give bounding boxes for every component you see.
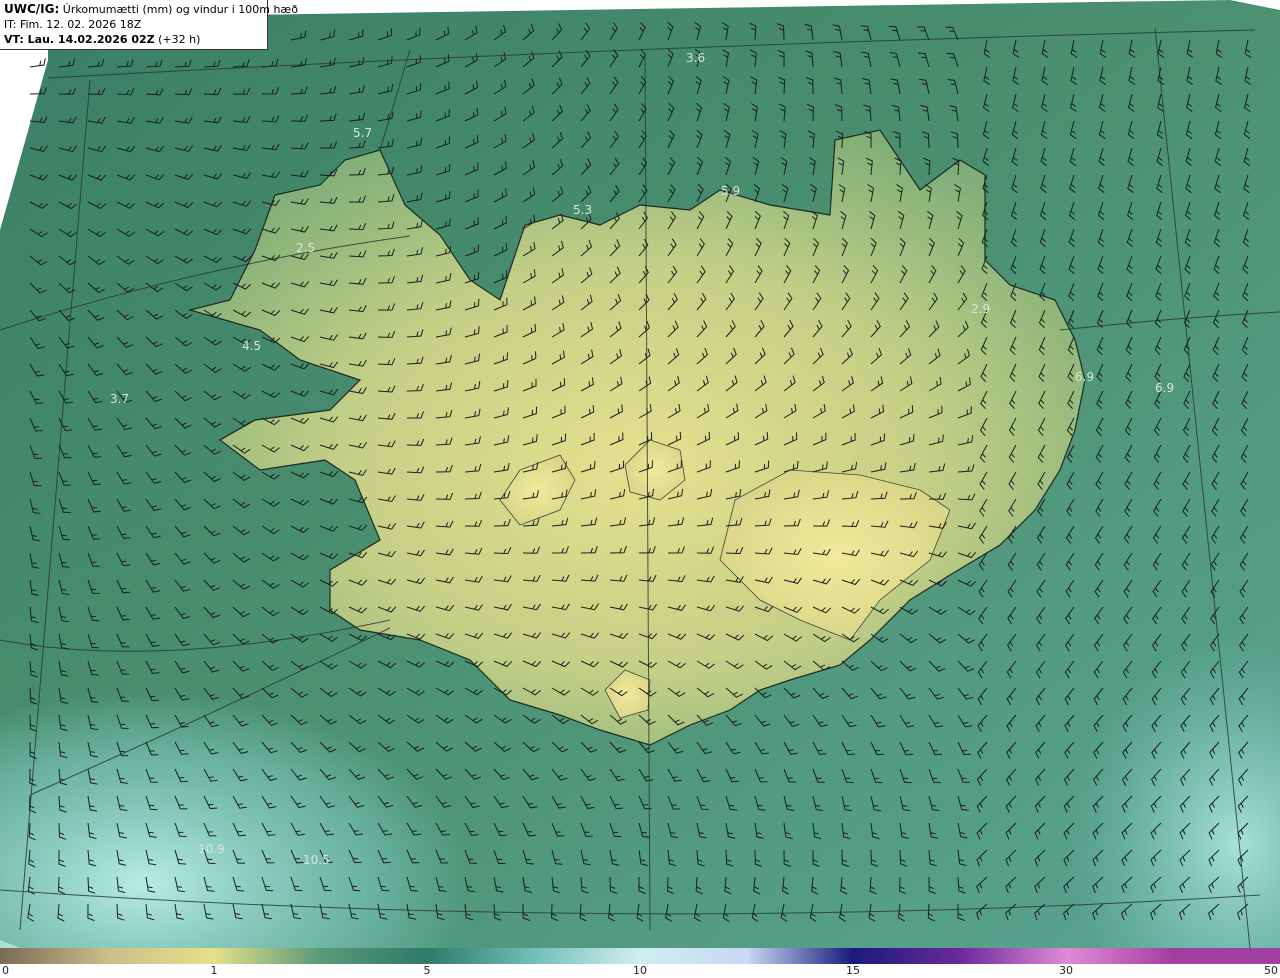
colorbar-segment [213, 948, 321, 964]
colorbar-tick: 5 [423, 964, 431, 977]
init-time: IT: Fim. 12. 02. 2026 18Z [4, 18, 142, 31]
colorbar-tick: 15 [846, 964, 860, 977]
model-name: UWC/IG: [4, 2, 60, 16]
map-title: Úrkomumætti (mm) og vindur i 100m hæð [62, 3, 298, 16]
value-label: 10.9 [198, 842, 225, 856]
value-label: 2.5 [296, 241, 315, 255]
colorbar-tick: 50 [1264, 964, 1278, 977]
colorbar-segment [1066, 948, 1174, 964]
value-label: 5.9 [721, 184, 740, 198]
lead-time: (+32 h) [158, 33, 201, 46]
colorbar-ramp [0, 948, 1280, 964]
colorbar-segment [640, 948, 747, 964]
colorbar-segment [746, 948, 854, 964]
colorbar: 0 1 5 10 15 30 50 [0, 948, 1280, 978]
colorbar-segment [106, 948, 214, 964]
value-label: 3.7 [110, 392, 129, 406]
value-label: 5.7 [353, 126, 372, 140]
colorbar-tick: 10 [633, 964, 647, 977]
colorbar-segment [0, 948, 107, 964]
value-label: 6.9 [1075, 370, 1094, 384]
value-label: 3.6 [686, 51, 705, 65]
colorbar-tick: 0 [2, 964, 9, 977]
value-label: 6.9 [1155, 381, 1174, 395]
value-label: 10.5 [303, 853, 330, 867]
value-label: 4.5 [242, 339, 261, 353]
colorbar-segment [533, 948, 641, 964]
value-label: 2.9 [971, 302, 990, 316]
colorbar-tick: 30 [1059, 964, 1073, 977]
wind-barb [29, 58, 46, 68]
map-info-box: UWC/IG: Úrkomumætti (mm) og vindur i 100… [0, 0, 298, 50]
colorbar-segment [1173, 948, 1280, 964]
precipitable-water-map: 3.6 5.7 5.9 5.3 2.5 4.5 3.7 2.9 6.9 6.9 10.9 10.5 [0, 0, 1280, 948]
valid-time: VT: Lau. 14.02.2026 02Z [4, 33, 155, 46]
colorbar-tick: 1 [210, 964, 218, 977]
colorbar-segment [426, 948, 534, 964]
colorbar-segment [320, 948, 427, 964]
colorbar-segment [960, 948, 1067, 964]
colorbar-segment [853, 948, 961, 964]
value-label: 5.3 [573, 203, 592, 217]
